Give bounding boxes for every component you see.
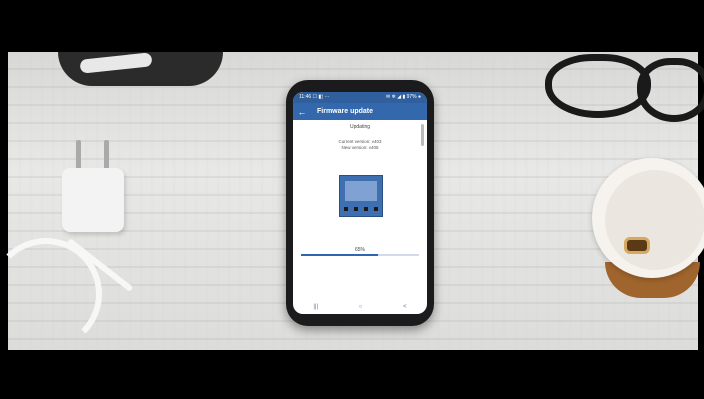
device-image bbox=[339, 175, 383, 217]
charger-plug-prop bbox=[62, 168, 124, 232]
recent-apps-icon[interactable]: ||| bbox=[313, 304, 318, 310]
device-display bbox=[345, 181, 377, 201]
page-title: Firmware update bbox=[317, 108, 374, 115]
nav-back-icon[interactable]: < bbox=[403, 304, 407, 310]
new-version-text: New version: v405 bbox=[341, 145, 379, 150]
letterbox-bottom bbox=[0, 350, 704, 399]
video-frame: 11:46 ☐ ◧ ··· ✉ ❄ ◢ ▮ 97% ● ← Firmware u… bbox=[0, 0, 704, 399]
device-button bbox=[364, 207, 368, 211]
letterbox-top bbox=[0, 0, 704, 52]
progress-bar-fill bbox=[301, 254, 378, 256]
status-bar-left: 11:46 ☐ ◧ ··· bbox=[299, 94, 330, 100]
update-status-label: Updating bbox=[349, 124, 370, 130]
glasses-prop bbox=[545, 54, 704, 122]
status-bar-right: ✉ ❄ ◢ ▮ 97% ● bbox=[386, 94, 421, 100]
progress-bar bbox=[301, 254, 419, 256]
back-arrow-icon[interactable]: ← bbox=[293, 107, 311, 117]
android-status-bar: 11:46 ☐ ◧ ··· ✉ ❄ ◢ ▮ 97% ● bbox=[293, 92, 427, 103]
glasses-left-lens bbox=[545, 54, 651, 118]
android-nav-bar: ||| ○ < bbox=[293, 300, 427, 314]
device-button bbox=[374, 207, 378, 211]
current-version-text: Current version: v403 bbox=[338, 139, 382, 144]
phone-screen: 11:46 ☐ ◧ ··· ✉ ❄ ◢ ▮ 97% ● ← Firmware u… bbox=[293, 92, 427, 314]
device-buttons bbox=[344, 207, 378, 211]
device-button bbox=[344, 207, 348, 211]
device-button bbox=[354, 207, 358, 211]
glasses-right-lens bbox=[637, 58, 704, 122]
plug-pin-left bbox=[76, 140, 81, 170]
coffee-cup-lid-rim bbox=[605, 170, 704, 270]
progress-percentage: 65% bbox=[354, 247, 365, 253]
coffee-cup-sip-hole bbox=[624, 237, 650, 254]
plug-pin-right bbox=[104, 140, 109, 170]
home-icon[interactable]: ○ bbox=[359, 304, 363, 310]
app-bar: ← Firmware update bbox=[293, 103, 427, 120]
